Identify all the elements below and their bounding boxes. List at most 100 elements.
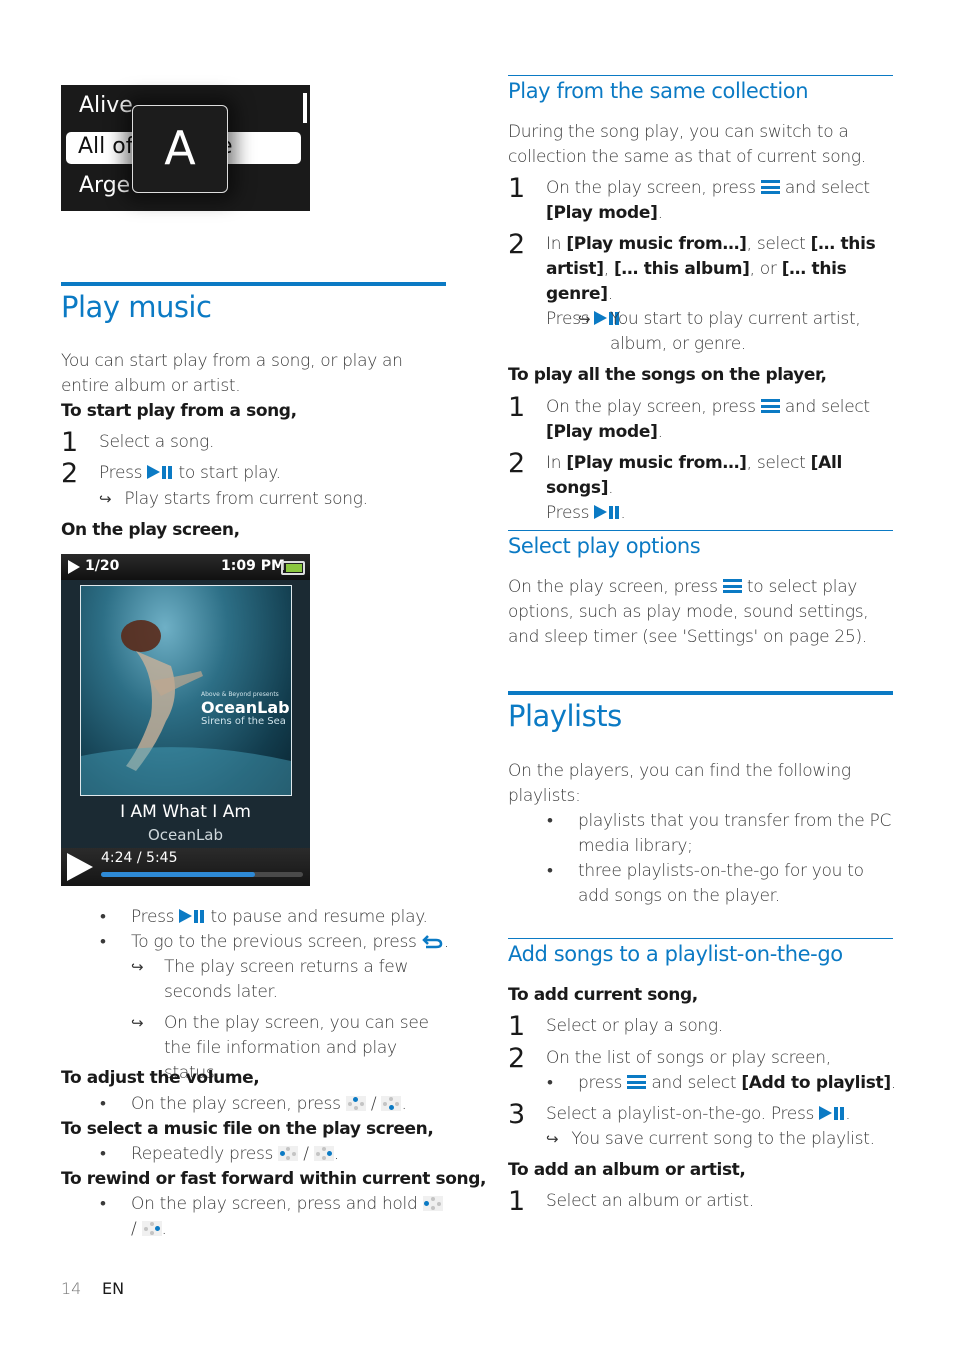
text: and select bbox=[651, 1073, 737, 1093]
options-menu-icon bbox=[760, 399, 780, 413]
bullet-item: • On the play screen, press and hold bbox=[100, 1192, 443, 1217]
menu-option-label: [Play music from…] bbox=[566, 234, 747, 254]
volume-down-key-icon bbox=[381, 1096, 402, 1111]
album-presenter: Above & Beyond presents bbox=[201, 691, 279, 698]
bullet-item: • press and select [Add to playlist]. bbox=[547, 1071, 896, 1096]
text: On the play screen, press bbox=[546, 397, 756, 417]
bullet-dot: • bbox=[547, 861, 553, 881]
step-number: 1 bbox=[508, 173, 526, 204]
volume-lead: To adjust the volume, bbox=[61, 1068, 260, 1088]
text: To go to the previous screen, press bbox=[131, 932, 417, 952]
text: . bbox=[443, 932, 449, 952]
text: / bbox=[370, 1094, 377, 1114]
text: . bbox=[657, 203, 663, 223]
text: On the play screen, press bbox=[508, 577, 718, 597]
step-number: 2 bbox=[508, 1043, 526, 1074]
text: On the play screen, press bbox=[131, 1094, 341, 1114]
text: Press bbox=[99, 463, 143, 483]
text: / bbox=[303, 1144, 309, 1164]
text: . bbox=[333, 1144, 339, 1164]
section-title-play-music: Play music bbox=[61, 290, 212, 324]
text: press and select [Add to playlist]. bbox=[578, 1071, 896, 1096]
result-item: ↪ On the play screen, you can see the fi… bbox=[131, 1011, 451, 1083]
bullet-dot: • bbox=[100, 1144, 106, 1164]
section-rule bbox=[508, 938, 893, 939]
song-title: I AM What I Am bbox=[120, 802, 251, 822]
track-position: 1/20 bbox=[85, 558, 120, 574]
volume-up-key-icon bbox=[345, 1096, 366, 1111]
text: / . bbox=[131, 1217, 167, 1242]
bullet-dot: • bbox=[547, 1073, 553, 1093]
step-number: 1 bbox=[508, 1186, 526, 1217]
play-icon[interactable] bbox=[67, 853, 93, 881]
list-row: Arge bbox=[79, 173, 131, 198]
text: press bbox=[578, 1073, 623, 1093]
menu-option-label: [Play music from…] bbox=[566, 453, 747, 473]
step-text: Press to start play. bbox=[99, 461, 281, 486]
bullet-item: • Press to pause and resume play. bbox=[100, 905, 450, 930]
menu-option-label: [Play mode] bbox=[546, 203, 658, 223]
bullet-dot: • bbox=[100, 932, 106, 952]
text: / bbox=[131, 1219, 137, 1239]
artist-name: OceanLab bbox=[147, 826, 224, 844]
fast-forward-key-icon bbox=[141, 1221, 162, 1236]
text: Repeatedly press bbox=[131, 1144, 274, 1164]
options-menu-icon bbox=[760, 180, 780, 194]
menu-option-label: [Play mode] bbox=[546, 422, 658, 442]
add-album-lead: To add an album or artist, bbox=[508, 1160, 746, 1180]
text: Press bbox=[546, 503, 590, 523]
text: . bbox=[401, 1094, 407, 1114]
text: , select bbox=[746, 234, 806, 254]
page-number: 14 bbox=[61, 1279, 82, 1298]
list-row-label: All of bbox=[78, 134, 134, 159]
step-number: 1 bbox=[508, 1011, 526, 1042]
menu-option-label: [… this album] bbox=[613, 259, 750, 279]
play-pause-icon bbox=[147, 465, 173, 480]
scrollbar bbox=[303, 93, 307, 123]
options-menu-icon bbox=[627, 1075, 647, 1089]
step-text: On the play screen, press and select [Pl… bbox=[546, 395, 891, 445]
playback-bar: 4:24 / 5:45 bbox=[61, 848, 310, 886]
result-arrow-icon: ↪ bbox=[131, 958, 144, 976]
result-item: ↪ The play screen returns a few seconds … bbox=[131, 955, 431, 1002]
rewind-lead: To rewind or fast forward within current… bbox=[61, 1169, 487, 1189]
playlists-intro: On the players, you can find the followi… bbox=[508, 761, 851, 806]
text: and select bbox=[784, 178, 870, 198]
text: To go to the previous screen, press . bbox=[131, 930, 449, 955]
text: On the play screen, press bbox=[546, 178, 756, 198]
result-arrow-icon: ↪ bbox=[99, 490, 112, 508]
battery-icon bbox=[281, 561, 305, 575]
play-pause-icon bbox=[819, 1106, 845, 1121]
progress-track[interactable] bbox=[101, 872, 303, 877]
text: In bbox=[546, 453, 562, 473]
step-number: 2 bbox=[508, 229, 526, 260]
start-from-song-lead: To start play from a song, bbox=[61, 401, 297, 421]
text: . bbox=[890, 1073, 896, 1093]
text: . bbox=[657, 422, 663, 442]
same-collection-intro: During the song play, you can switch to … bbox=[508, 122, 866, 167]
bullet-item: • playlists that you transfer from the P… bbox=[547, 809, 892, 856]
rewind-key-icon bbox=[422, 1196, 443, 1211]
on-play-screen-lead: On the play screen, bbox=[61, 520, 240, 540]
section-rule bbox=[508, 75, 893, 76]
step-text: On the play screen, press and select [Pl… bbox=[546, 176, 891, 226]
text: On the play screen, press / . bbox=[131, 1092, 407, 1117]
result-arrow-icon: ↪ bbox=[546, 1130, 559, 1148]
text: The play screen returns a few seconds la… bbox=[164, 957, 409, 1002]
text: You start to play current artist, album,… bbox=[610, 309, 861, 354]
text: , select bbox=[746, 453, 806, 473]
step-text: In [Play music from…], select [All songs… bbox=[546, 453, 843, 523]
bullet-item: • To go to the previous screen, press . bbox=[100, 930, 450, 955]
step-number: 2 bbox=[61, 458, 79, 489]
step-text: On the list of songs or play screen, bbox=[546, 1048, 831, 1068]
result-item: ↪ You start to play current artist, albu… bbox=[578, 307, 878, 354]
text: You save current song to the playlist. bbox=[571, 1129, 875, 1149]
bullet-dot: • bbox=[547, 811, 553, 831]
page-language: EN bbox=[102, 1279, 125, 1298]
play-music-intro: You can start play from a song, or play … bbox=[61, 351, 403, 396]
text: , or bbox=[749, 259, 777, 279]
section-title-same-collection: Play from the same collection bbox=[508, 79, 809, 103]
progress-fill bbox=[101, 872, 255, 877]
list-row: Alive bbox=[79, 93, 133, 118]
bullet-dot: • bbox=[100, 1094, 106, 1114]
